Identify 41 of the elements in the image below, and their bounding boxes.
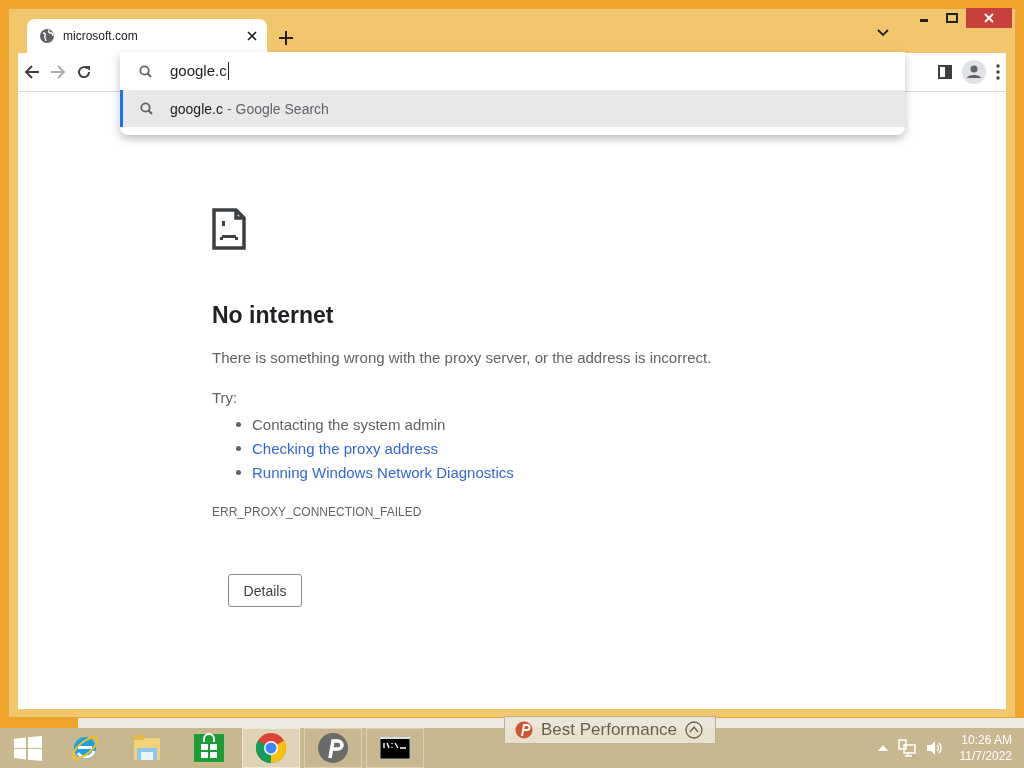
maximize-icon[interactable] xyxy=(946,13,958,23)
taskbar-button[interactable] xyxy=(366,728,424,768)
suggestion-query: google.c xyxy=(170,100,223,117)
clock-date: 11/7/2022 xyxy=(959,748,1012,764)
search-icon xyxy=(140,102,153,115)
close-icon[interactable] xyxy=(247,31,257,41)
address-input[interactable]: google.c xyxy=(170,62,229,80)
shopping-bag-icon xyxy=(193,732,225,764)
search-icon xyxy=(138,64,152,78)
suggestion-item[interactable]: google.c - Google Search xyxy=(120,90,905,127)
try-label: Try: xyxy=(212,389,238,406)
side-panel-icon[interactable] xyxy=(938,65,952,79)
bullet-icon xyxy=(236,445,241,451)
reload-icon[interactable] xyxy=(76,64,92,80)
error-code: ERR_PROXY_CONNECTION_FAILED xyxy=(212,505,422,519)
round-logo-icon xyxy=(317,732,349,764)
bullet-icon xyxy=(236,469,241,475)
new-tab-icon[interactable] xyxy=(279,31,293,45)
menu-icon[interactable] xyxy=(996,64,1000,80)
tab-title: microsoft.com xyxy=(63,29,139,43)
error-message: There is something wrong with the proxy server, or the address is incorrect. xyxy=(212,349,712,366)
profile-icon[interactable] xyxy=(962,60,986,84)
globe-icon xyxy=(39,28,55,44)
expand-up-icon[interactable] xyxy=(685,721,704,739)
status-text: Best Performance xyxy=(541,720,678,740)
suggestion-text: Contacting the system admin xyxy=(252,415,446,433)
bullet-icon xyxy=(236,421,241,427)
tricolor-circle-icon xyxy=(255,732,287,764)
close-icon xyxy=(984,13,994,23)
sad-page-icon xyxy=(212,208,246,250)
suggestion-link[interactable]: Running Windows Network Diagnostics xyxy=(252,463,514,481)
back-icon[interactable] xyxy=(24,64,40,80)
clock-time: 10:26 AM xyxy=(961,732,1012,748)
chevron-down-icon[interactable] xyxy=(877,29,889,37)
suggestion-link[interactable]: Checking the proxy address xyxy=(252,439,438,457)
close-button[interactable] xyxy=(966,8,1012,28)
error-title: No internet xyxy=(212,302,334,329)
details-button[interactable]: Details xyxy=(228,574,302,607)
suggestion-detail: - Google Search xyxy=(226,100,329,117)
app-logo-icon xyxy=(515,721,533,739)
browser-tab[interactable]: microsoft.com xyxy=(27,19,267,53)
